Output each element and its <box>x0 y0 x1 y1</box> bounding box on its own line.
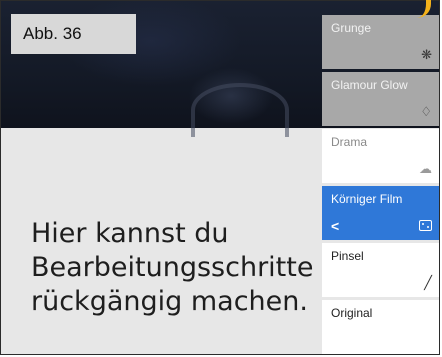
undo-back-icon[interactable]: < <box>331 218 339 234</box>
brush-icon: ╱ <box>424 275 432 290</box>
filter-grunge[interactable]: Grunge ❋ <box>322 15 439 69</box>
filter-pinsel[interactable]: Pinsel ╱ <box>322 243 439 297</box>
filter-label: Glamour Glow <box>331 78 408 92</box>
caption-text: Hier kannst du Bearbeitungsschritte rück… <box>31 217 314 319</box>
filter-label: Pinsel <box>331 249 364 263</box>
drama-cloud-icon: ☁ <box>419 161 432 176</box>
screenshot-frame: Abb. 36 Hier kannst du Bearbeitungsschri… <box>0 0 440 355</box>
figure-label: Abb. 36 <box>11 14 136 54</box>
filter-label: Grunge <box>331 21 372 35</box>
filter-label: Drama <box>331 135 368 149</box>
filter-drama[interactable]: Drama ☁ <box>322 129 439 183</box>
filter-label: Körniger Film <box>331 192 403 206</box>
filter-panel: Grunge ❋ Glamour Glow ♢ Drama ☁ Körniger… <box>322 15 439 354</box>
grunge-icon: ❋ <box>421 47 432 62</box>
filter-glamour-glow[interactable]: Glamour Glow ♢ <box>322 72 439 126</box>
filter-original[interactable]: Original <box>322 300 439 354</box>
glamour-glow-icon: ♢ <box>420 104 432 119</box>
filter-koerniger-film[interactable]: Körniger Film < <box>322 186 439 240</box>
grain-film-icon <box>419 219 432 234</box>
caption-line: Bearbeitungsschritte <box>31 252 314 283</box>
caption-line: rückgängig machen. <box>31 286 308 317</box>
caption-line: Hier kannst du <box>31 218 229 249</box>
filter-label: Original <box>331 306 373 320</box>
